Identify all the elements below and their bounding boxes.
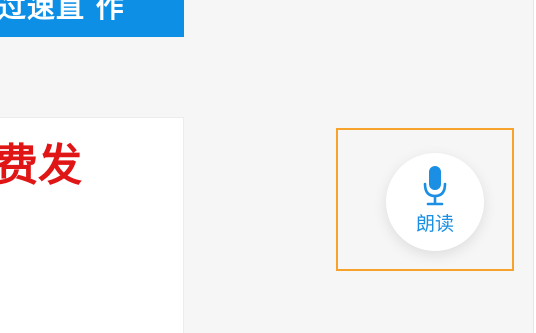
read-aloud-button[interactable]: 朗读 xyxy=(386,153,484,251)
page: 过速直 作 费发 朗读 xyxy=(0,0,536,333)
content-card: 费发 xyxy=(0,117,184,333)
read-aloud-label: 朗读 xyxy=(415,213,454,235)
microphone-icon xyxy=(423,166,447,206)
banner-text: 过速直 作 xyxy=(0,0,125,24)
top-banner[interactable]: 过速直 作 xyxy=(0,0,184,37)
headline: 费发 xyxy=(0,140,82,191)
